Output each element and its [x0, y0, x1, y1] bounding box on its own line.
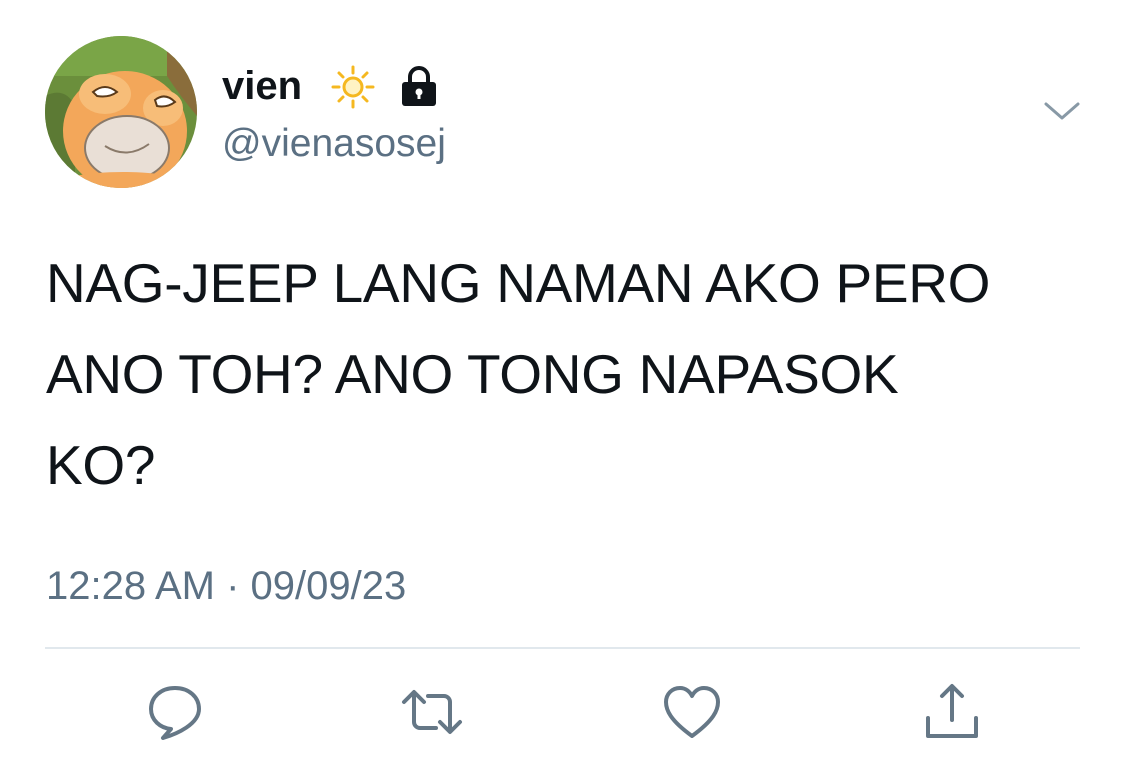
user-handle[interactable]: @vienasosej — [222, 120, 446, 168]
display-name[interactable]: vien — [222, 62, 302, 110]
lock-icon — [402, 66, 436, 106]
reply-icon — [149, 686, 201, 740]
like-button[interactable] — [660, 680, 724, 744]
tweet-text: NAG-JEEP LANG NAMAN AKO PERO ANO TOH? AN… — [46, 252, 991, 496]
share-button[interactable] — [920, 680, 984, 744]
divider — [45, 647, 1080, 649]
tweet-timestamp[interactable]: 12:28 AM · 09/09/23 — [46, 562, 406, 610]
avatar-image — [45, 36, 197, 188]
avatar[interactable] — [45, 36, 197, 188]
sun-icon — [331, 65, 375, 109]
share-icon — [926, 684, 978, 738]
chevron-down-icon[interactable] — [1040, 96, 1084, 126]
retweet-icon — [402, 690, 462, 734]
like-icon — [664, 686, 720, 738]
reply-button[interactable] — [143, 680, 207, 744]
retweet-button[interactable] — [400, 680, 464, 744]
